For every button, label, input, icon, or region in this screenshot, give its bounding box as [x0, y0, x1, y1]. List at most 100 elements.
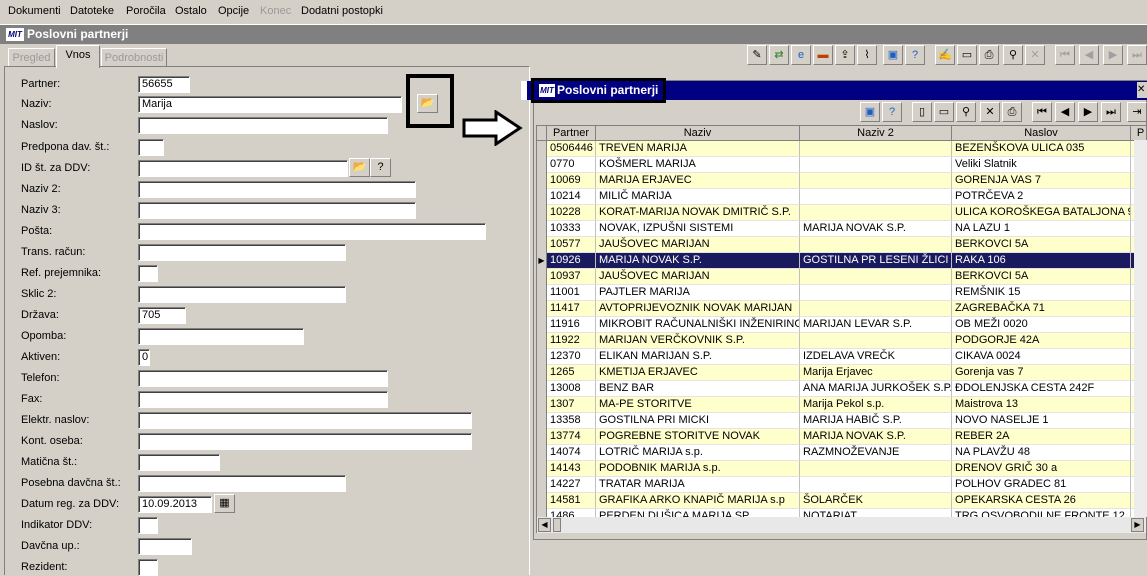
nav-prev-icon[interactable]: ◀	[1079, 45, 1099, 65]
indikator-ddv-field[interactable]	[138, 517, 158, 534]
id-ddv-help-icon[interactable]: ?	[370, 158, 391, 177]
naziv-3-field[interactable]	[138, 202, 416, 219]
nav-first-icon[interactable]: ⏮	[1055, 45, 1075, 65]
table-row[interactable]: 1265 KMETIJA ERJAVEC Marija Erjavec Gorenja…	[537, 365, 1146, 381]
tool-wand-icon[interactable]: ✎	[747, 45, 767, 65]
tab-pregled[interactable]: Pregled	[8, 48, 55, 67]
menu-opcije[interactable]: Opcije	[218, 5, 249, 17]
tool-print-icon[interactable]: ⎙	[979, 45, 999, 65]
popup-new-icon[interactable]: ▯	[912, 102, 932, 122]
table-row[interactable]: 11922 MARIJAN VERČKOVNIK S.P. PODGORJE 42A…	[537, 333, 1146, 349]
popup-exit-icon[interactable]: ⇥	[1127, 102, 1147, 122]
col-naziv2-header[interactable]: Naziv 2	[800, 126, 952, 141]
table-row[interactable]: 11916 MIKROBIT RAČUNALNIŠKI INŽENIRING MAR…	[537, 317, 1146, 333]
col-partner-header[interactable]: Partner	[547, 126, 596, 141]
table-row[interactable]: 10214MILIČ MARIJAPOTRČEVA 21	[537, 189, 1146, 205]
scroll-left-icon[interactable]: ◀	[538, 518, 551, 532]
table-row[interactable]: ▶ 10926 MARIJA NOVAK S.P. GOSTILNA PR LESEN…	[537, 253, 1146, 269]
tool-edit-icon[interactable]: ✍	[935, 45, 955, 65]
kont-oseba-field[interactable]	[138, 433, 472, 450]
tool-screen-icon[interactable]: ▣	[883, 45, 903, 65]
naziv-field[interactable]: Marija	[138, 96, 402, 113]
scroll-right-icon[interactable]: ▶	[1131, 518, 1144, 532]
tool-delete-icon[interactable]: ✕	[1025, 45, 1045, 65]
table-row[interactable]: 10937JAUŠOVEC MARIJANBERKOVCI 5A9	[537, 269, 1146, 285]
col-naziv-header[interactable]: Naziv	[596, 126, 800, 141]
tool-browser-icon[interactable]: e	[791, 45, 811, 65]
tab-vnos[interactable]: Vnos	[56, 45, 100, 68]
menu-dokumenti[interactable]: Dokumenti	[8, 5, 61, 17]
table-row[interactable]: 14143 PODOBNIK MARIJA s.p. DRENOV GRIČ 30 …	[537, 461, 1146, 477]
grid-vertical-scrollbar[interactable]	[1134, 140, 1147, 517]
table-row[interactable]: 10333 NOVAK, IZPUŠNI SISTEMI MARIJA NOVAK …	[537, 221, 1146, 237]
table-row[interactable]: 12370 ELIKAN MARIJAN S.P. IZDELAVA VREČK CI…	[537, 349, 1146, 365]
table-row[interactable]: 13358 GOSTILNA PRI MICKI MARIJA HABIČ S.P.…	[537, 413, 1146, 429]
posta-field[interactable]	[138, 223, 486, 240]
table-row[interactable]: 10228 KORAT-MARIJA NOVAK DMITRIČ S.P. ULIC…	[537, 205, 1146, 221]
partner-field[interactable]: 56655	[138, 76, 190, 93]
table-row[interactable]: 11001PAJTLER MARIJAREMŠNIK 152	[537, 285, 1146, 301]
table-row[interactable]: 10577JAUŠOVEC MARIJANBERKOVCI 5A9	[537, 237, 1146, 253]
tool-open-folder-icon[interactable]: ▭	[957, 45, 977, 65]
datum-reg-za-ddv-field[interactable]: 10.09.2013	[138, 496, 212, 513]
table-row[interactable]: 0770KOŠMERL MARIJAVeliki Slatnik8	[537, 157, 1146, 173]
date-picker-icon[interactable]: ▦	[214, 494, 235, 513]
aktiven-field[interactable]: 0	[138, 349, 150, 366]
popup-delete-icon[interactable]: ✕	[980, 102, 1000, 122]
menu-datoteke[interactable]: Datoteke	[70, 5, 114, 17]
ref-prejemnika-field[interactable]	[138, 265, 158, 282]
popup-screen-icon[interactable]: ▣	[860, 102, 880, 122]
scroll-thumb[interactable]	[553, 518, 561, 532]
menu-dodatni-postopki[interactable]: Dodatni postopki	[301, 5, 383, 17]
table-row[interactable]: 14227TRATAR MARIJAPOLHOV GRADEC 811	[537, 477, 1146, 493]
nav-last-icon[interactable]: ⏭	[1127, 45, 1147, 65]
drzava-field[interactable]: 705	[138, 307, 186, 324]
tool-exchange-icon[interactable]: ⇄	[769, 45, 789, 65]
col-naslov-header[interactable]: Naslov	[952, 126, 1131, 141]
table-row[interactable]: 11417 AVTOPRIJEVOZNIK NOVAK MARIJAN ZAGREB…	[537, 301, 1146, 317]
posebna-davcna-st-field[interactable]	[138, 475, 346, 492]
table-row[interactable]: 10069MARIJA ERJAVECGORENJA VAS 71	[537, 173, 1146, 189]
tool-card-icon[interactable]: ▬	[813, 45, 833, 65]
popup-next-icon[interactable]: ▶	[1078, 102, 1098, 122]
popup-search-icon[interactable]: ⚲	[956, 102, 976, 122]
table-row[interactable]: 1307 MA-PE STORITVE Marija Pekol s.p. Maist…	[537, 397, 1146, 413]
tool-help-icon[interactable]: ?	[905, 45, 925, 65]
naziv-2-field[interactable]	[138, 181, 416, 198]
col-p-header[interactable]: P	[1131, 126, 1146, 141]
popup-folder-icon[interactable]: ▭	[934, 102, 954, 122]
popup-print-icon[interactable]: ⎙	[1002, 102, 1022, 122]
table-row[interactable]: 0506446 TREVEN MARIJA BEZENŠKOVA ULICA 035…	[537, 141, 1146, 157]
tool-export-icon[interactable]: ⇪	[835, 45, 855, 65]
predpona-dav-st-field[interactable]	[138, 139, 164, 156]
id-ddv-folder-icon[interactable]: 📂	[349, 158, 370, 177]
id-st-za-ddv-field[interactable]	[138, 160, 348, 177]
sklic-2-field[interactable]	[138, 286, 346, 303]
table-row[interactable]: 14581 GRAFIKA ARKO KNAPIČ MARIJA s.p ŠOLAR…	[537, 493, 1146, 509]
tab-podrobnosti[interactable]: Podrobnosti	[101, 48, 167, 67]
table-row[interactable]: 13774 POGREBNE STORITVE NOVAK MARIJA NOVAK…	[537, 429, 1146, 445]
popup-help-icon[interactable]: ?	[882, 102, 902, 122]
popup-last-icon[interactable]: ⏭	[1101, 102, 1121, 122]
table-row[interactable]: 14074 LOTRIČ MARIJA s.p. RAZMNOŽEVANJE NA P…	[537, 445, 1146, 461]
naslov-field[interactable]	[138, 117, 388, 134]
popup-first-icon[interactable]: ⏮	[1032, 102, 1052, 122]
elektr-naslov-field[interactable]	[138, 412, 472, 429]
davcna-up-field[interactable]	[138, 538, 192, 555]
fax-field[interactable]	[138, 391, 388, 408]
lookup-close-icon[interactable]: ✕	[1137, 82, 1147, 98]
nav-next-icon[interactable]: ▶	[1103, 45, 1123, 65]
menu-ostalo[interactable]: Ostalo	[175, 5, 207, 17]
naziv-lookup-folder-icon[interactable]: 📂	[417, 94, 438, 113]
tool-search-icon[interactable]: ⚲	[1003, 45, 1023, 65]
tool-attach-icon[interactable]: ⌇	[857, 45, 877, 65]
table-row[interactable]: 13008 BENZ BAR ANA MARIJA JURKOŠEK S.P. ĐDO…	[537, 381, 1146, 397]
maticna-st-field[interactable]	[138, 454, 220, 471]
menu-porocila[interactable]: Poročila	[126, 5, 166, 17]
partner-grid[interactable]: Partner Naziv Naziv 2 Naslov P 0506446 TR…	[536, 125, 1147, 533]
rezident-field[interactable]	[138, 559, 158, 576]
opomba-field[interactable]	[138, 328, 304, 345]
telefon-field[interactable]	[138, 370, 388, 387]
trans-racun-field[interactable]	[138, 244, 346, 261]
popup-prev-icon[interactable]: ◀	[1055, 102, 1075, 122]
